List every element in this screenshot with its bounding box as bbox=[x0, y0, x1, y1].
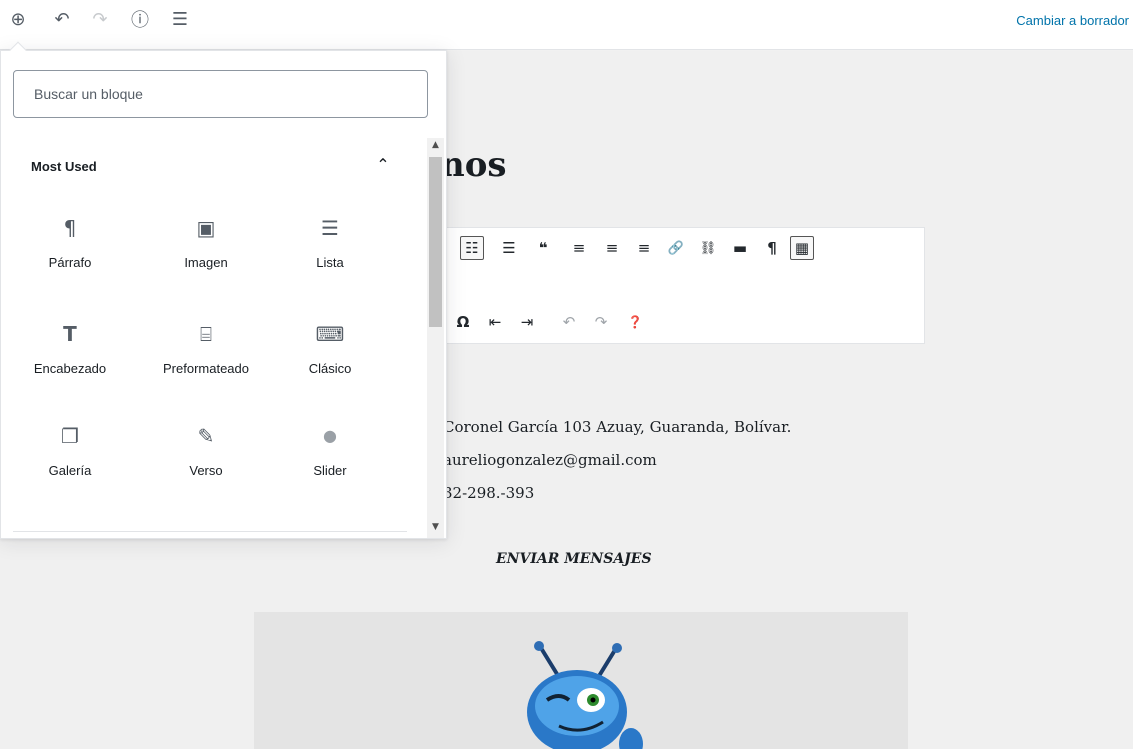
list-icon: ☰ bbox=[321, 216, 339, 240]
block-list[interactable]: ☰ Lista bbox=[277, 209, 383, 289]
image-icon: ▣ bbox=[196, 216, 216, 240]
paragraph-icon: ¶ bbox=[63, 216, 77, 240]
undo-icon[interactable]: ↶ bbox=[50, 7, 74, 31]
add-block-icon[interactable]: ⊕ bbox=[6, 7, 30, 31]
heading-icon: T bbox=[63, 322, 77, 346]
contact-address[interactable]: Coronel García 103 Azuay, Guaranda, Bolí… bbox=[443, 418, 791, 436]
block-label: Imagen bbox=[184, 255, 228, 270]
slider-icon: ● bbox=[323, 426, 337, 445]
keyboard-icon: ⌨ bbox=[315, 322, 345, 346]
redo-icon[interactable]: ↷ bbox=[88, 7, 112, 31]
read-more-icon[interactable]: ▬ bbox=[728, 236, 752, 260]
classic-undo-icon[interactable]: ↶ bbox=[557, 310, 581, 334]
most-used-panel-title[interactable]: Most Used bbox=[31, 159, 97, 174]
pencil-icon: ✎ bbox=[197, 424, 215, 448]
toolbar-toggle-icon[interactable]: ▦ bbox=[790, 236, 814, 260]
block-preformatted[interactable]: ⌸ Preformateado bbox=[153, 315, 259, 395]
align-center-icon[interactable]: ≡ bbox=[600, 236, 624, 260]
unlink-icon[interactable]: ⛓ bbox=[696, 236, 720, 260]
robot-image bbox=[527, 641, 643, 749]
outline-icon[interactable]: ☰ bbox=[168, 7, 192, 31]
switch-to-draft-link[interactable]: Cambiar a borrador bbox=[1016, 13, 1129, 28]
block-classic[interactable]: ⌨ Clásico bbox=[277, 315, 383, 395]
align-right-icon[interactable]: ≡ bbox=[632, 236, 656, 260]
block-heading[interactable]: T Encabezado bbox=[17, 315, 123, 395]
link-icon[interactable]: 🔗 bbox=[664, 236, 688, 260]
block-paragraph[interactable]: ¶ Párrafo bbox=[17, 209, 123, 289]
help-icon[interactable]: ❓ bbox=[623, 310, 647, 334]
block-label: Verso bbox=[189, 463, 223, 478]
block-label: Clásico bbox=[308, 361, 352, 376]
block-gallery[interactable]: ❐ Galería bbox=[17, 417, 123, 497]
indent-icon[interactable]: ⇥ bbox=[515, 310, 539, 334]
block-label: Lista bbox=[316, 255, 344, 270]
scrollbar-thumb[interactable] bbox=[429, 157, 442, 327]
align-left-icon[interactable]: ≡ bbox=[567, 236, 591, 260]
contact-phone[interactable]: 32-298.-393 bbox=[443, 484, 534, 502]
block-inserter-popover: Most Used ⌃ ¶ Párrafo ▣ Imagen ☰ Lista T… bbox=[0, 41, 447, 539]
classic-redo-icon[interactable]: ↷ bbox=[589, 310, 613, 334]
panel-divider bbox=[13, 531, 407, 532]
block-label: Encabezado bbox=[33, 361, 107, 376]
block-verse[interactable]: ✎ Verso bbox=[153, 417, 259, 497]
scroll-up-icon[interactable]: ▲ bbox=[429, 140, 442, 154]
block-label: Párrafo bbox=[48, 255, 92, 270]
classic-block-toolbar: ☷ ☰ ❝ ≡ ≡ ≡ 🔗 ⛓ ▬ ¶ ▦ Ω ⇤ ⇥ ↶ ↷ ❓ bbox=[436, 227, 925, 344]
outdent-icon[interactable]: ⇤ bbox=[483, 310, 507, 334]
send-messages-heading[interactable]: ENVIAR MENSAJES bbox=[496, 551, 652, 567]
block-image[interactable]: ▣ Imagen bbox=[153, 209, 259, 289]
special-character-icon[interactable]: Ω bbox=[451, 310, 475, 334]
scroll-down-icon[interactable]: ▼ bbox=[429, 522, 442, 536]
block-label: Galería bbox=[48, 463, 92, 478]
block-label: Preformateado bbox=[163, 361, 249, 376]
block-label: Slider bbox=[313, 463, 347, 478]
paste-text-icon[interactable]: ¶ bbox=[760, 236, 784, 260]
chevron-up-icon[interactable]: ⌃ bbox=[373, 154, 393, 174]
numbered-list-icon[interactable]: ☰ bbox=[497, 236, 521, 260]
gallery-icon: ❐ bbox=[61, 424, 79, 448]
editor-header: ⊕ ↶ ↷ ⓘ ☰ Cambiar a borrador bbox=[0, 0, 1133, 50]
info-icon[interactable]: ⓘ bbox=[128, 7, 152, 31]
page-heading[interactable]: nos bbox=[440, 145, 507, 185]
preformatted-icon: ⌸ bbox=[200, 322, 212, 346]
bullet-list-icon[interactable]: ☷ bbox=[460, 236, 484, 260]
blockquote-icon[interactable]: ❝ bbox=[531, 236, 555, 260]
image-block[interactable] bbox=[254, 612, 908, 749]
block-search-input[interactable] bbox=[13, 70, 428, 118]
contact-email[interactable]: aureliogonzalez@gmail.com bbox=[443, 451, 657, 469]
block-slider[interactable]: ● Slider bbox=[277, 417, 383, 497]
